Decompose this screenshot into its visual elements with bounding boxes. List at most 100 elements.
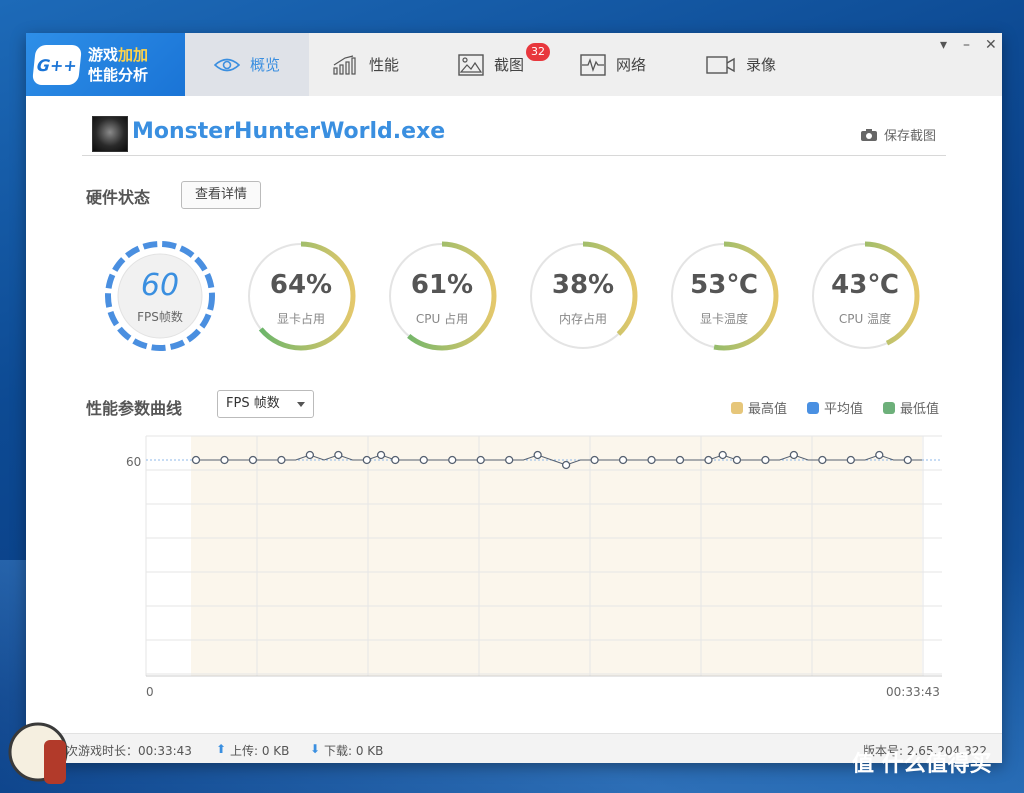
fps-point (718, 450, 727, 460)
legend-max: 最高值 (731, 398, 787, 417)
fps-point (647, 455, 656, 465)
gauge-gpu-temp-value: 53℃ (690, 270, 758, 300)
legend-max-label: 最高值 (748, 402, 788, 417)
y-tick-60: 60 (126, 455, 142, 469)
legend-avg: 平均值 (807, 398, 863, 417)
tab-recording[interactable]: 录像 (706, 33, 806, 96)
tab-overview[interactable]: 概览 (185, 33, 309, 96)
upload-arrow-icon: ⬆ (216, 742, 227, 756)
gauge-fps-label: FPS帧数 (137, 310, 183, 324)
gauge-cpu-usage-label: CPU 占用 (415, 312, 469, 326)
fps-point (334, 450, 343, 460)
fps-point (220, 455, 229, 465)
legend-avg-label: 平均值 (824, 402, 864, 417)
fps-point (903, 455, 912, 465)
brand-watermark: 值 什么值得买 (852, 746, 992, 778)
tab-network-label: 网络 (616, 56, 647, 74)
gauge-cpu-usage-value: 61% (410, 270, 474, 300)
fps-point (732, 455, 742, 465)
gauge-memory-usage-value: 38% (551, 270, 615, 300)
x-start-label: 0 (146, 685, 154, 699)
game-icon (92, 116, 128, 152)
fps-point (590, 455, 599, 465)
fps-point (875, 450, 884, 460)
metric-select[interactable]: FPS 帧数 (217, 390, 314, 418)
x-end-label: 00:33:43 (886, 685, 940, 699)
fps-point (448, 455, 457, 465)
app-window: G++ 游戏加加 性能分析 概览 性能 截图 32 网络 录像 ▾ – ✕ Mo… (26, 33, 1002, 763)
fps-point (277, 455, 286, 465)
fps-point (789, 450, 799, 460)
eye-icon (213, 58, 240, 71)
brand-watermark-text: 值 什么值得买 (852, 752, 992, 777)
screenshot-count-badge: 32 (526, 43, 550, 61)
fps-point (761, 455, 770, 465)
logo-line1-a: 游戏 (88, 45, 119, 64)
tab-performance-label: 性能 (369, 56, 400, 74)
fps-point (561, 460, 571, 470)
logo-line1-b: 加加 (118, 45, 149, 64)
metric-select-value: FPS 帧数 (226, 396, 280, 411)
save-screenshot-label: 保存截图 (884, 129, 937, 144)
fps-point (248, 455, 258, 465)
fps-point (419, 455, 428, 465)
pulse-icon (580, 53, 606, 76)
fps-point (476, 455, 485, 465)
fps-point (505, 455, 514, 465)
menu-dropdown-button[interactable]: ▾ (940, 37, 947, 53)
fps-point (818, 455, 827, 465)
fps-point (846, 455, 855, 465)
legend-avg-swatch (807, 401, 819, 414)
gauge-gpu-temp-label: 显卡温度 (699, 312, 748, 326)
fps-point (191, 455, 201, 465)
bar-chart-icon (333, 54, 356, 75)
fps-point (376, 450, 386, 460)
fps-point (362, 455, 371, 465)
legend-min-swatch (883, 401, 895, 414)
fps-point (533, 450, 542, 460)
fps-point (391, 455, 400, 465)
play-time: 本次游戏时长：00:33:43 (54, 744, 192, 758)
tab-screenshots-label: 截图 (494, 56, 525, 74)
gauge-cpu-usage: 61% CPU 占用 (384, 238, 500, 354)
gauge-fps: 60 FPS帧数 (102, 238, 218, 354)
gauge-cpu-temp: 43℃ CPU 温度 (807, 238, 923, 354)
image-icon (458, 53, 484, 76)
fps-point (704, 455, 713, 465)
gauge-gpu-temp: 53℃ 显卡温度 (666, 238, 782, 354)
fps-point (675, 455, 685, 465)
logo-text: 游戏加加 性能分析 (88, 45, 148, 85)
gauge-cpu-temp-label: CPU 温度 (838, 312, 892, 326)
fps-point (305, 450, 315, 460)
gauge-fps-value: 60 (140, 268, 180, 303)
camera-icon (861, 128, 877, 141)
legend-max-swatch (731, 401, 743, 414)
video-icon (706, 55, 735, 74)
gauge-gpu-usage-label: 显卡占用 (276, 312, 325, 326)
tab-network[interactable]: 网络 (580, 33, 680, 96)
gauge-memory-usage: 38% 内存占用 (525, 238, 641, 354)
logo-badge: G++ (31, 44, 83, 85)
save-screenshot-button[interactable]: 保存截图 (860, 125, 936, 144)
view-details-button[interactable]: 查看详情 (181, 181, 261, 209)
gauge-cpu-temp-value: 43℃ (831, 270, 899, 300)
seal-watermark (8, 722, 68, 784)
upload-stat: 上传: 0 KB (230, 744, 290, 758)
hardware-status-title: 硬件状态 (86, 188, 151, 207)
tab-recording-label: 录像 (746, 56, 777, 74)
close-button[interactable]: ✕ (985, 37, 997, 53)
minimize-button[interactable]: – (963, 37, 970, 53)
gauge-gpu-usage-value: 64% (269, 270, 333, 300)
download-stat: 下载: 0 KB (324, 744, 384, 758)
chevron-down-icon (297, 402, 305, 407)
tab-bar: G++ 游戏加加 性能分析 概览 性能 截图 32 网络 录像 ▾ – ✕ (26, 33, 1002, 96)
gauge-gpu-usage: 64% 显卡占用 (243, 238, 359, 354)
header-divider (82, 155, 946, 156)
legend-min: 最低值 (883, 398, 939, 417)
fps-line-chart (145, 435, 942, 677)
tab-performance[interactable]: 性能 (333, 33, 433, 96)
fps-point (618, 455, 628, 465)
tab-overview-label: 概览 (249, 56, 280, 74)
curve-title: 性能参数曲线 (86, 399, 183, 418)
app-logo: G++ 游戏加加 性能分析 (26, 33, 185, 96)
